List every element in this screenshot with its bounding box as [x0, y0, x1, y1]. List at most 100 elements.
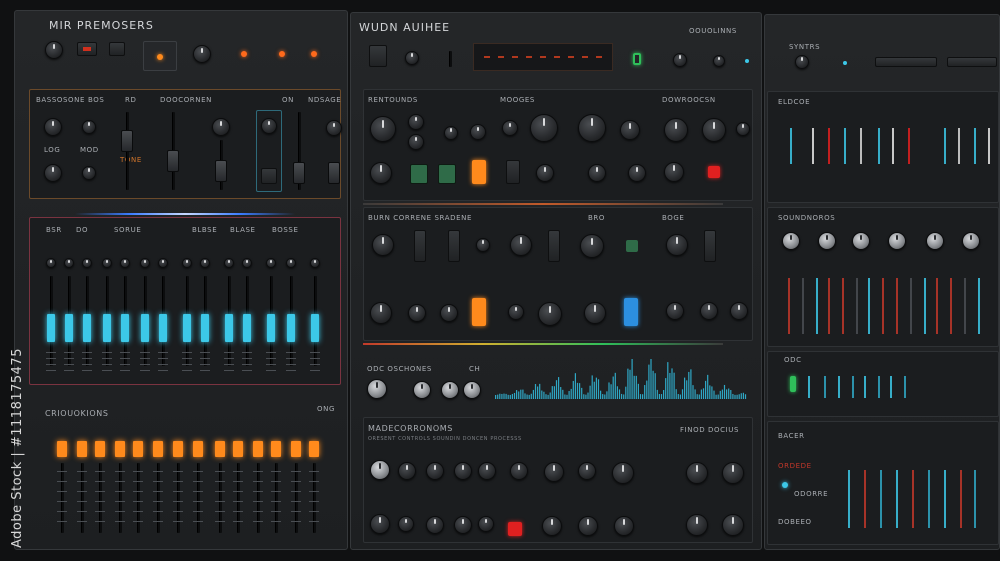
- knob[interactable]: [736, 122, 750, 136]
- knob[interactable]: [182, 258, 192, 268]
- knob[interactable]: [242, 258, 252, 268]
- knob[interactable]: [45, 41, 63, 59]
- knob[interactable]: [212, 118, 230, 136]
- power-button[interactable]: [369, 45, 387, 67]
- knob[interactable]: [588, 164, 606, 182]
- fader-track[interactable]: [449, 51, 452, 67]
- orange-button[interactable]: [472, 160, 486, 184]
- fader-track[interactable]: [119, 463, 122, 533]
- knob[interactable]: [510, 234, 532, 256]
- knob[interactable]: [614, 516, 634, 536]
- knob[interactable]: [962, 232, 980, 250]
- knob[interactable]: [64, 258, 74, 268]
- knob[interactable]: [578, 114, 606, 142]
- knob[interactable]: [426, 462, 444, 480]
- fader-handle[interactable]: [293, 162, 305, 184]
- knob[interactable]: [713, 55, 725, 67]
- switch-button[interactable]: [704, 230, 716, 262]
- fader-handle[interactable]: [121, 130, 133, 152]
- knob[interactable]: [510, 462, 528, 480]
- knob[interactable]: [370, 514, 390, 534]
- knob[interactable]: [478, 516, 494, 532]
- knob[interactable]: [370, 162, 392, 184]
- knob[interactable]: [310, 258, 320, 268]
- knob[interactable]: [408, 304, 426, 322]
- knob[interactable]: [140, 258, 150, 268]
- knob[interactable]: [470, 124, 486, 140]
- knob[interactable]: [538, 302, 562, 326]
- knob[interactable]: [580, 234, 604, 258]
- knob[interactable]: [158, 258, 168, 268]
- knob[interactable]: [666, 302, 684, 320]
- knob[interactable]: [326, 120, 342, 136]
- knob[interactable]: [664, 118, 688, 142]
- knob[interactable]: [702, 118, 726, 142]
- knob[interactable]: [200, 258, 210, 268]
- knob[interactable]: [408, 114, 424, 130]
- knob[interactable]: [478, 462, 496, 480]
- knob[interactable]: [730, 302, 748, 320]
- knob[interactable]: [463, 381, 481, 399]
- knob[interactable]: [926, 232, 944, 250]
- green-small-button[interactable]: [626, 240, 638, 252]
- knob[interactable]: [398, 462, 416, 480]
- knob[interactable]: [454, 462, 472, 480]
- knob[interactable]: [795, 55, 809, 69]
- fader-track[interactable]: [313, 463, 316, 533]
- knob[interactable]: [367, 379, 387, 399]
- knob[interactable]: [542, 516, 562, 536]
- knob[interactable]: [286, 258, 296, 268]
- knob[interactable]: [584, 302, 606, 324]
- knob[interactable]: [120, 258, 130, 268]
- knob[interactable]: [664, 162, 684, 182]
- red-toggle-button[interactable]: [77, 42, 97, 56]
- green-button[interactable]: [438, 164, 456, 184]
- select-button[interactable]: [143, 41, 177, 71]
- switch-button[interactable]: [448, 230, 460, 262]
- knob[interactable]: [370, 460, 390, 480]
- fader-track[interactable]: [137, 463, 140, 533]
- fader-track[interactable]: [177, 463, 180, 533]
- knob[interactable]: [700, 302, 718, 320]
- knob[interactable]: [620, 120, 640, 140]
- fader-track[interactable]: [275, 463, 278, 533]
- knob[interactable]: [502, 120, 518, 136]
- fader-handle[interactable]: [215, 160, 227, 182]
- knob[interactable]: [370, 116, 396, 142]
- knob[interactable]: [536, 164, 554, 182]
- red-button[interactable]: [708, 166, 720, 178]
- knob[interactable]: [454, 516, 472, 534]
- fader-handle[interactable]: [167, 150, 179, 172]
- knob[interactable]: [266, 258, 276, 268]
- knob[interactable]: [441, 381, 459, 399]
- red-button[interactable]: [508, 522, 522, 536]
- fader-track[interactable]: [99, 463, 102, 533]
- toggle-button[interactable]: [506, 160, 520, 184]
- knob[interactable]: [612, 462, 634, 484]
- knob[interactable]: [508, 304, 524, 320]
- switch-button[interactable]: [414, 230, 426, 262]
- knob[interactable]: [44, 164, 62, 182]
- knob[interactable]: [44, 118, 62, 136]
- knob[interactable]: [782, 232, 800, 250]
- knob[interactable]: [261, 118, 277, 134]
- fader-track[interactable]: [81, 463, 84, 533]
- fader-track[interactable]: [237, 463, 240, 533]
- knob[interactable]: [405, 51, 419, 65]
- knob[interactable]: [628, 164, 646, 182]
- blue-button[interactable]: [624, 298, 638, 326]
- knob[interactable]: [82, 166, 96, 180]
- knob[interactable]: [888, 232, 906, 250]
- fader-handle[interactable]: [328, 162, 340, 184]
- knob[interactable]: [444, 126, 458, 140]
- knob[interactable]: [666, 234, 688, 256]
- switch-button[interactable]: [548, 230, 560, 262]
- knob[interactable]: [82, 258, 92, 268]
- knob[interactable]: [544, 462, 564, 482]
- fader-track[interactable]: [219, 463, 222, 533]
- knob[interactable]: [578, 462, 596, 480]
- knob[interactable]: [578, 516, 598, 536]
- fader-track[interactable]: [197, 463, 200, 533]
- knob[interactable]: [413, 381, 431, 399]
- knob[interactable]: [722, 462, 744, 484]
